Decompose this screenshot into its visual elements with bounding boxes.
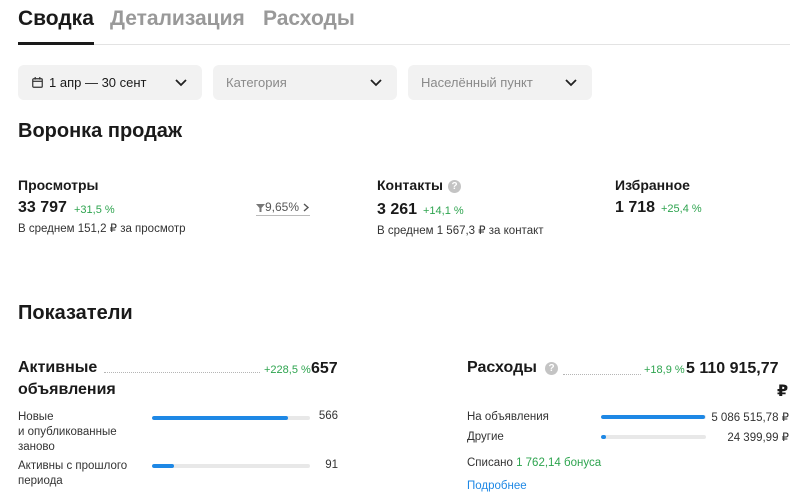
help-icon[interactable]: ? xyxy=(448,180,461,193)
tab-summary[interactable]: Сводка xyxy=(18,7,94,31)
favorites-delta: +25,4 % xyxy=(661,203,702,215)
more-details-link[interactable]: Подробнее xyxy=(467,479,527,494)
tab-expenses[interactable]: Расходы xyxy=(263,7,355,31)
expenses-label: Расходы xyxy=(467,359,537,376)
active-tab-indicator xyxy=(18,42,94,45)
active-listings-value: 657 xyxy=(311,360,338,377)
previous-period-label: Активны с прошлого периода xyxy=(18,460,128,487)
contacts-delta: +14,1 % xyxy=(423,205,464,217)
date-range-value: 1 апр — 30 сент xyxy=(49,75,147,90)
expenses-other-label: Другие xyxy=(467,431,504,443)
expenses-other-value: 24 399,99 ₽ xyxy=(727,432,789,444)
contacts-label: Контакты xyxy=(377,177,444,193)
active-listings-label: Активные объявления xyxy=(18,357,116,401)
previous-period-bar-fill xyxy=(152,464,175,468)
previous-period-bar xyxy=(152,464,310,468)
expenses-value: 5 110 915,77 xyxy=(686,360,779,377)
views-value: 33 797 xyxy=(18,199,67,216)
dotted-leader xyxy=(563,374,641,375)
written-off-bonus: 1 762,14 бонуса xyxy=(516,457,602,469)
expenses-listings-label: На объявления xyxy=(467,411,549,423)
locality-placeholder: Населённый пункт xyxy=(421,75,533,90)
chevron-right-icon xyxy=(303,203,310,212)
expenses-currency: ₽ xyxy=(777,383,789,400)
calendar-icon xyxy=(32,77,43,88)
active-listings-label-line1: Активные xyxy=(18,359,98,376)
tabs-bar: Сводка Детализация Расходы xyxy=(18,0,790,45)
funnel-title: Воронка продаж xyxy=(18,120,183,142)
help-icon[interactable]: ? xyxy=(545,362,558,375)
contacts-value: 3 261 xyxy=(377,201,418,218)
indicators-title: Показатели xyxy=(18,302,133,324)
category-placeholder: Категория xyxy=(226,75,287,90)
previous-period-value: 91 xyxy=(325,459,338,471)
views-delta: +31,5 % xyxy=(74,204,115,216)
expenses-other-bar-fill xyxy=(601,435,607,439)
locality-select[interactable]: Населённый пункт xyxy=(408,65,592,100)
new-listings-value: 566 xyxy=(318,410,338,422)
chevron-down-icon xyxy=(565,79,577,87)
conversion-link[interactable]: 9,65% xyxy=(256,200,311,216)
expenses-listings-value: 5 086 515,78 ₽ xyxy=(711,412,789,424)
favorites-label: Избранное xyxy=(615,177,690,193)
written-off-prefix: Списано xyxy=(467,457,513,469)
contacts-average: В среднем 1 567,3 ₽ за контакт xyxy=(377,225,544,237)
new-listings-label: Новые и опубликованные заново xyxy=(18,411,117,453)
tab-details[interactable]: Детализация xyxy=(110,7,245,31)
views-average: В среднем 151,2 ₽ за просмотр xyxy=(18,223,186,235)
active-listings-label-line2: объявления xyxy=(18,381,116,398)
written-off-line: Списано 1 762,14 бонуса xyxy=(467,456,601,471)
favorites-value: 1 718 xyxy=(615,199,656,216)
new-listings-bar xyxy=(152,416,310,420)
chevron-down-icon xyxy=(370,79,382,87)
conversion-value: 9,65% xyxy=(265,200,300,214)
new-listings-bar-fill xyxy=(152,416,288,420)
date-range-select[interactable]: 1 апр — 30 сент xyxy=(18,65,202,100)
filter-funnel-icon xyxy=(256,204,265,212)
active-listings-delta: +228,5 % xyxy=(264,364,311,376)
dotted-leader xyxy=(104,372,260,373)
views-label: Просмотры xyxy=(18,177,99,193)
chevron-down-icon xyxy=(175,79,187,87)
expenses-delta: +18,9 % xyxy=(644,364,685,376)
category-select[interactable]: Категория xyxy=(213,65,397,100)
